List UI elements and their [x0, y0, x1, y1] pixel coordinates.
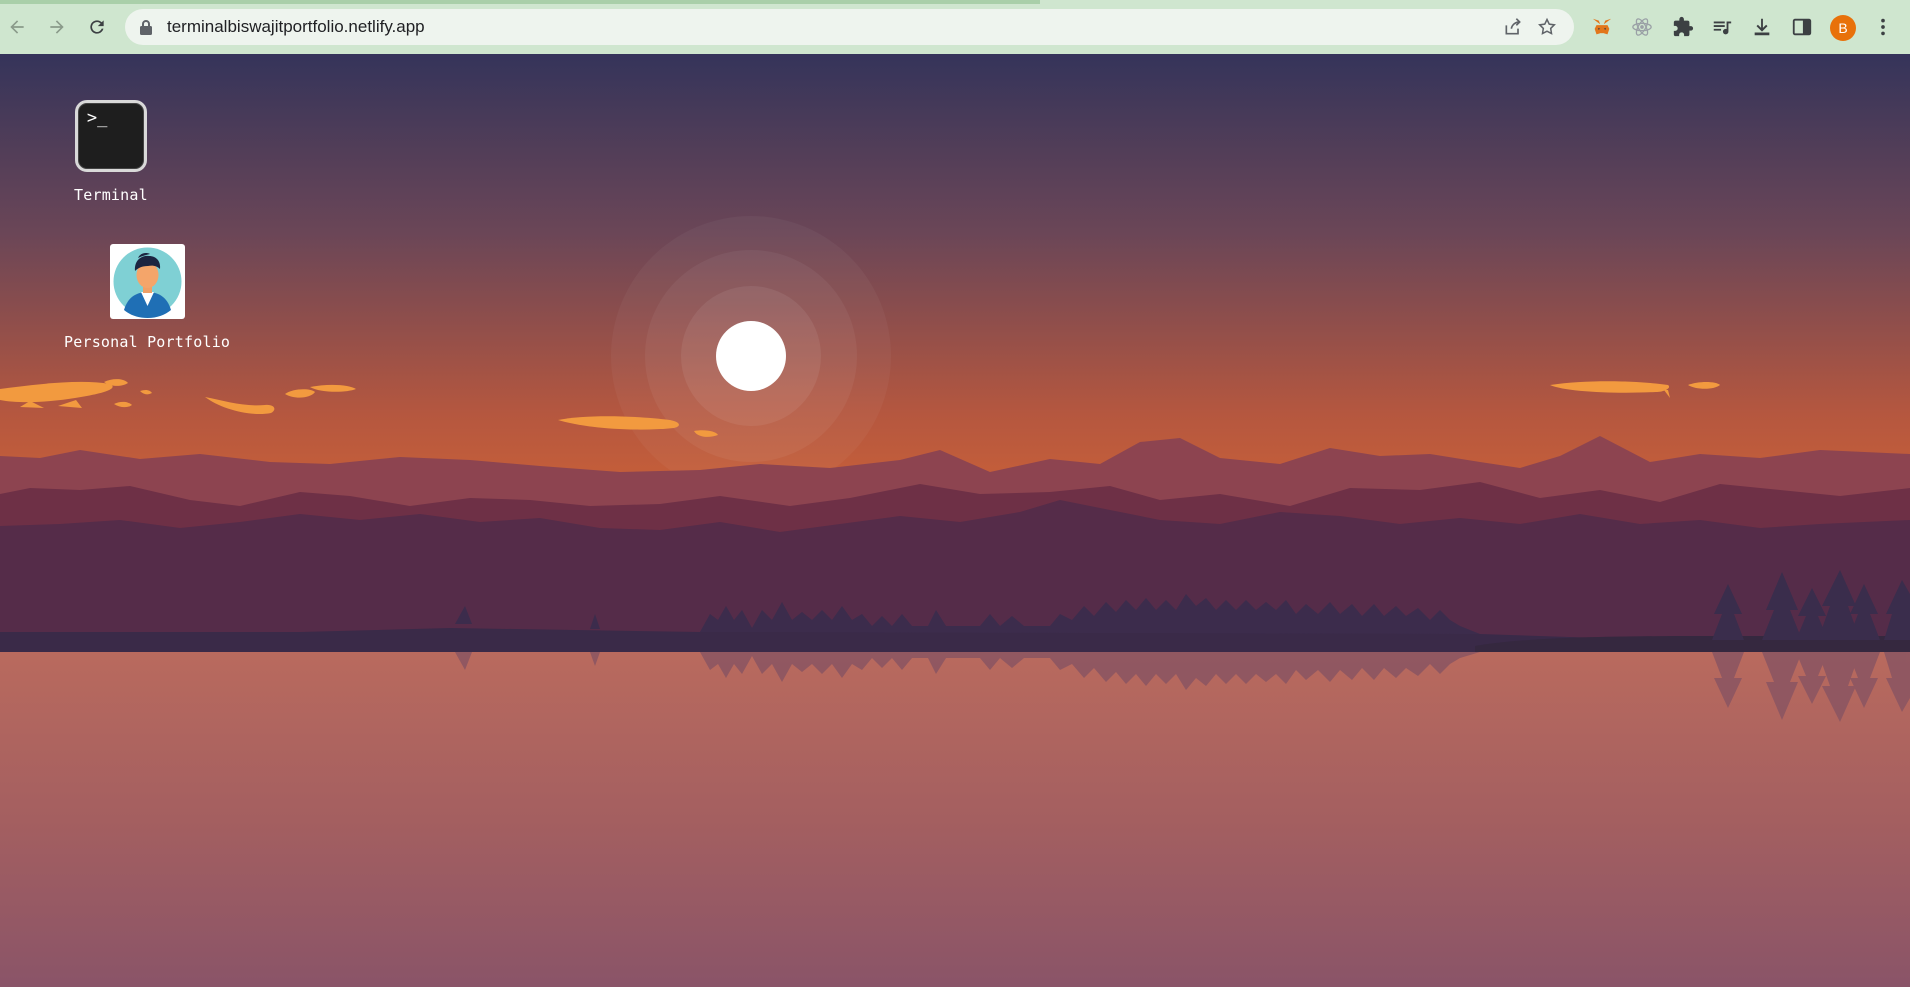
metamask-fox-icon: [1592, 18, 1612, 35]
metamask-extension-button[interactable]: [1589, 14, 1615, 40]
profile-avatar[interactable]: B: [1830, 15, 1856, 41]
reload-icon: [90, 20, 104, 34]
wallpaper: [0, 54, 1910, 987]
portfolio-label[interactable]: Personal Portfolio: [64, 333, 230, 351]
reload-button[interactable]: [80, 10, 114, 44]
terminal-label[interactable]: Terminal: [74, 186, 148, 204]
react-devtools-icon: [1632, 18, 1652, 36]
address-bar[interactable]: terminalbiswajitportfolio.netlify.app: [125, 9, 1574, 45]
puzzle-extensions-icon: [1673, 16, 1694, 37]
share-icon[interactable]: [1503, 17, 1523, 37]
sun: [611, 216, 891, 496]
bookmark-star-icon[interactable]: [1537, 17, 1557, 37]
kebab-menu-icon: [1881, 18, 1885, 36]
url-text[interactable]: terminalbiswajitportfolio.netlify.app: [167, 9, 425, 45]
lock-icon[interactable]: [139, 19, 153, 35]
forward-arrow-icon: [50, 20, 64, 34]
avatar-illustration: [113, 247, 182, 318]
portfolio-avatar-icon[interactable]: [109, 244, 185, 319]
download-icon: [1754, 18, 1770, 36]
media-queue-icon: [1713, 21, 1732, 35]
downloads-button[interactable]: [1749, 14, 1775, 40]
desktop-icon-portfolio[interactable]: Personal Portfolio: [64, 244, 230, 351]
side-panel-button[interactable]: [1789, 14, 1815, 40]
desktop-icon-terminal[interactable]: >_ Terminal: [74, 100, 148, 204]
desktop: >_ Terminal Personal Portfolio: [0, 54, 1910, 987]
terminal-icon[interactable]: >_: [74, 100, 147, 172]
back-button[interactable]: [0, 10, 34, 44]
forward-button[interactable]: [40, 10, 74, 44]
react-devtools-button[interactable]: [1629, 14, 1655, 40]
terminal-prompt-glyph: >_: [86, 108, 108, 128]
lake: [0, 652, 1910, 987]
back-arrow-icon: [10, 20, 24, 34]
browser-toolbar: terminalbiswajitportfolio.netlify.app B: [0, 0, 1910, 54]
page-load-progress: [0, 0, 1040, 4]
side-panel-icon: [1792, 18, 1812, 36]
media-control-button[interactable]: [1709, 14, 1735, 40]
extensions-button[interactable]: [1670, 14, 1696, 40]
chrome-menu-button[interactable]: [1870, 14, 1896, 40]
